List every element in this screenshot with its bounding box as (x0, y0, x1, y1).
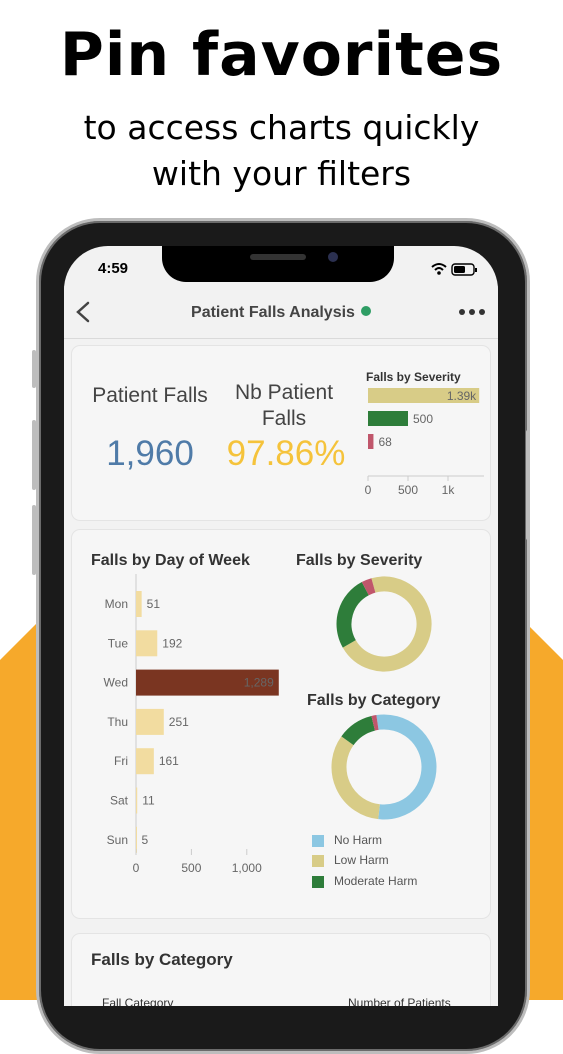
front-camera (328, 252, 338, 262)
day-of-week-bar (136, 748, 154, 775)
kpi-patient-falls-value: 1,960 (106, 434, 194, 473)
table-header-number-of-patients: Number of Patients (348, 996, 451, 1006)
kpi-patient-falls-label: Patient Falls (92, 384, 208, 407)
mini-severity-chart-title: Falls by Severity (366, 370, 461, 384)
day-of-week-chart-title: Falls by Day of Week (91, 552, 250, 569)
table-card-title: Falls by Category (91, 950, 233, 969)
kpi-nb-label-line-2: Falls (261, 407, 307, 430)
legend-swatch-moderate-harm (312, 876, 324, 888)
category-donut-chart (331, 714, 437, 820)
day-of-week-category-label: Tue (108, 636, 129, 650)
promo-subtitle: to access charts quickly with your filte… (0, 105, 563, 197)
page-title-text: Patient Falls Analysis (191, 304, 355, 321)
mini-severity-tick-label: 1k (442, 483, 456, 497)
wifi-icon (431, 263, 447, 275)
mini-severity-tick-label: 500 (398, 483, 418, 497)
day-of-week-data-label: 192 (162, 636, 182, 650)
mini-severity-tick-label: 0 (365, 483, 372, 497)
legend-label-moderate-harm: Moderate Harm (334, 874, 418, 888)
day-of-week-category-label: Sun (107, 833, 128, 847)
phone-notch (162, 246, 394, 282)
phone-volume-down-button (32, 505, 36, 575)
day-of-week-category-label: Mon (105, 597, 128, 611)
phone-power-button (526, 430, 530, 540)
severity-donut-slice (336, 582, 370, 648)
legend-label-low-harm: Low Harm (334, 853, 389, 867)
day-of-week-tick-label: 1,000 (232, 861, 262, 875)
day-of-week-bar (136, 787, 138, 814)
more-horizontal-icon (459, 309, 485, 315)
day-of-week-data-label: 251 (169, 715, 189, 729)
status-dot-icon (360, 306, 371, 316)
mini-severity-data-label: 1.39k (447, 389, 477, 403)
mini-severity-bar (368, 411, 408, 426)
day-of-week-data-label: 5 (142, 833, 149, 847)
falls-by-category-table-card[interactable]: Falls by Category Fall Category Number o… (72, 934, 490, 1006)
table-header-fall-category: Fall Category (102, 996, 174, 1006)
kpi-card[interactable]: Patient Falls 1,960 Nb Patient Falls 97.… (72, 346, 490, 520)
mini-severity-bar (368, 434, 374, 449)
phone-screen: 4:59 Patient Falls Analysis Patient Fall… (64, 246, 498, 1006)
kpi-nb-label-line-1: Nb Patient (234, 381, 334, 404)
day-of-week-category-label: Thu (107, 715, 128, 729)
legend-swatch-no-harm (312, 835, 324, 847)
day-of-week-data-label: 11 (142, 794, 155, 808)
mini-severity-chart: 1.39k 500 68 0 500 1k (365, 388, 484, 497)
day-of-week-tick-label: 500 (181, 861, 201, 875)
status-icons (430, 262, 480, 281)
more-options-button[interactable] (458, 302, 486, 322)
severity-donut-title: Falls by Severity (296, 552, 423, 569)
phone-side-button (32, 350, 36, 388)
day-of-week-bar (136, 826, 137, 853)
day-of-week-bar (136, 708, 164, 735)
promo-title: Pin favorites (59, 20, 504, 90)
phone-volume-up-button (32, 420, 36, 490)
app-header: Patient Falls Analysis (64, 286, 498, 339)
category-donut-slice (331, 736, 381, 820)
promo-subtitle-line-1: to access charts quickly (83, 108, 480, 147)
category-donut-slice (371, 715, 379, 731)
speaker-grille (250, 254, 306, 260)
legend-label-no-harm: No Harm (334, 833, 383, 847)
day-of-week-category-label: Wed (104, 676, 128, 690)
day-of-week-bar (136, 591, 142, 617)
mini-severity-data-label: 68 (378, 435, 392, 449)
wifi-battery-icons (431, 263, 477, 276)
charts-card[interactable]: Falls by Day of Week Mon 51 Tue 192 Wed 1,289… (72, 530, 490, 918)
day-of-week-tick-label: 0 (133, 861, 140, 875)
status-time: 4:59 (98, 260, 129, 277)
day-of-week-category-label: Sat (110, 794, 129, 808)
legend-swatch-low-harm (312, 855, 324, 867)
severity-donut-chart (336, 576, 432, 672)
category-donut-title: Falls by Category (307, 692, 441, 709)
battery-icon (451, 263, 477, 276)
category-donut-slice (376, 714, 437, 820)
mini-severity-data-label: 500 (413, 412, 433, 426)
page-title: Patient Falls Analysis (64, 304, 498, 322)
day-of-week-data-label: 1,289 (244, 676, 274, 690)
kpi-nb-patient-falls-value: 97.86% (226, 434, 346, 473)
day-of-week-category-label: Fri (114, 754, 128, 768)
day-of-week-bar (136, 630, 158, 657)
severity-donut-slice (361, 578, 376, 596)
kpi-nb-patient-falls-label: Nb Patient Falls (222, 380, 346, 432)
day-of-week-data-label: 51 (147, 597, 161, 611)
day-of-week-chart: Mon 51 Tue 192 Wed 1,289 Thu 251 Fri 161 Sat 11 Sun 5… (104, 574, 279, 875)
category-donut-slice (341, 716, 376, 746)
day-of-week-data-label: 161 (159, 754, 179, 768)
promo-subtitle-line-2: with your filters (151, 154, 412, 193)
category-legend: No Harm Low Harm Moderate Harm (312, 832, 462, 902)
